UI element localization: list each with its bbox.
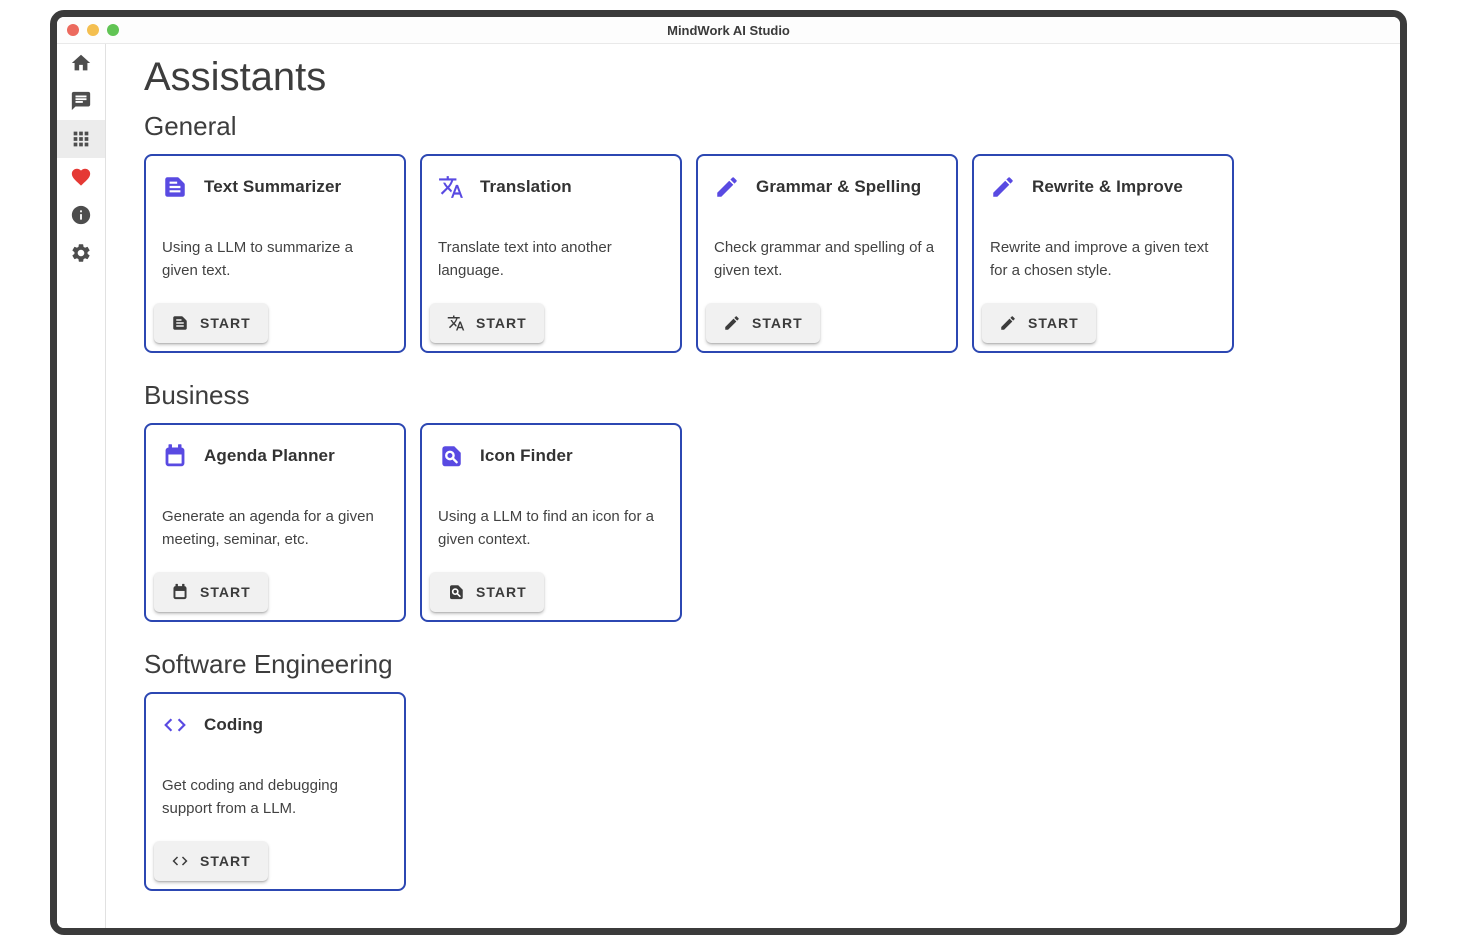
sidebar-item-chats[interactable] [57, 82, 105, 120]
card-description: Generate an agenda for a given meeting, … [162, 505, 388, 551]
section-heading: Business [144, 377, 1380, 413]
translate-icon [447, 314, 465, 332]
start-button-label: START [476, 315, 527, 331]
card-header: Agenda Planner [162, 443, 388, 469]
main-content: Assistants General Text Summarizer Using a… [106, 44, 1400, 928]
start-button-label: START [476, 584, 527, 600]
section-business: Business Agenda Planner Generate an agenda… [144, 377, 1380, 622]
zoom-button[interactable] [107, 24, 119, 36]
start-button-label: START [200, 315, 251, 331]
calendar-icon [171, 583, 189, 601]
cards-row: Coding Get coding and debugging support f… [144, 692, 1380, 891]
pencil-icon [990, 174, 1016, 200]
text-snippet-icon [162, 174, 188, 200]
start-button-label: START [752, 315, 803, 331]
heart-icon [70, 166, 92, 188]
start-button[interactable]: START [982, 303, 1096, 343]
card-title: Icon Finder [480, 446, 573, 466]
assistant-card: Coding Get coding and debugging support f… [144, 692, 406, 891]
assistant-card: Text Summarizer Using a LLM to summarize … [144, 154, 406, 353]
calendar-icon [162, 443, 188, 469]
minimize-button[interactable] [87, 24, 99, 36]
card-header: Grammar & Spelling [714, 174, 940, 200]
window-title: MindWork AI Studio [57, 23, 1400, 38]
traffic-lights [67, 17, 119, 43]
apps-grid-icon [70, 128, 92, 150]
start-button-label: START [200, 853, 251, 869]
section-general: General Text Summarizer Using a LLM to sum… [144, 108, 1380, 353]
card-header: Icon Finder [438, 443, 664, 469]
start-button-label: START [1028, 315, 1079, 331]
start-button[interactable]: START [430, 303, 544, 343]
sidebar [57, 44, 106, 928]
titlebar[interactable]: MindWork AI Studio [57, 17, 1400, 44]
card-description: Translate text into another language. [438, 236, 664, 282]
window-frame: MindWork AI Studio Assistants General Tex… [50, 10, 1407, 935]
card-header: Translation [438, 174, 664, 200]
text-snippet-icon [171, 314, 189, 332]
card-header: Rewrite & Improve [990, 174, 1216, 200]
start-button[interactable]: START [154, 572, 268, 612]
start-button[interactable]: START [154, 841, 268, 881]
assistant-card: Agenda Planner Generate an agenda for a g… [144, 423, 406, 622]
page-title: Assistants [144, 52, 1380, 102]
card-title: Grammar & Spelling [756, 177, 921, 197]
code-icon [162, 712, 188, 738]
assistant-card: Translation Translate text into another l… [420, 154, 682, 353]
pencil-icon [999, 314, 1017, 332]
close-button[interactable] [67, 24, 79, 36]
card-description: Using a LLM to summarize a given text. [162, 236, 388, 282]
sidebar-item-home[interactable] [57, 44, 105, 82]
card-title: Agenda Planner [204, 446, 335, 466]
icon-search-icon [438, 443, 464, 469]
card-header: Coding [162, 712, 388, 738]
start-button-label: START [200, 584, 251, 600]
card-title: Translation [480, 177, 572, 197]
sidebar-item-about[interactable] [57, 196, 105, 234]
sidebar-item-settings[interactable] [57, 234, 105, 272]
gear-icon [70, 242, 92, 264]
sidebar-item-favorites[interactable] [57, 158, 105, 196]
pencil-icon [714, 174, 740, 200]
start-button[interactable]: START [430, 572, 544, 612]
start-button[interactable]: START [706, 303, 820, 343]
card-title: Text Summarizer [204, 177, 341, 197]
pencil-icon [723, 314, 741, 332]
info-icon [70, 204, 92, 226]
card-description: Using a LLM to find an icon for a given … [438, 505, 664, 551]
card-description: Check grammar and spelling of a given te… [714, 236, 940, 282]
sidebar-item-assistants[interactable] [57, 120, 105, 158]
assistant-card: Rewrite & Improve Rewrite and improve a g… [972, 154, 1234, 353]
sections-container: General Text Summarizer Using a LLM to sum… [144, 108, 1380, 891]
card-description: Rewrite and improve a given text for a c… [990, 236, 1216, 282]
assistant-card: Grammar & Spelling Check grammar and spel… [696, 154, 958, 353]
section-heading: General [144, 108, 1380, 144]
cards-row: Text Summarizer Using a LLM to summarize … [144, 154, 1380, 353]
chat-icon [70, 90, 92, 112]
translate-icon [438, 174, 464, 200]
assistant-card: Icon Finder Using a LLM to find an icon f… [420, 423, 682, 622]
section-heading: Software Engineering [144, 646, 1380, 682]
start-button[interactable]: START [154, 303, 268, 343]
card-title: Coding [204, 715, 263, 735]
code-icon [171, 852, 189, 870]
card-description: Get coding and debugging support from a … [162, 774, 388, 820]
section-software-engineering: Software Engineering Coding Get coding and… [144, 646, 1380, 891]
card-title: Rewrite & Improve [1032, 177, 1183, 197]
cards-row: Agenda Planner Generate an agenda for a g… [144, 423, 1380, 622]
window-content: Assistants General Text Summarizer Using a… [57, 44, 1400, 928]
home-icon [70, 52, 92, 74]
icon-search-icon [447, 583, 465, 601]
card-header: Text Summarizer [162, 174, 388, 200]
